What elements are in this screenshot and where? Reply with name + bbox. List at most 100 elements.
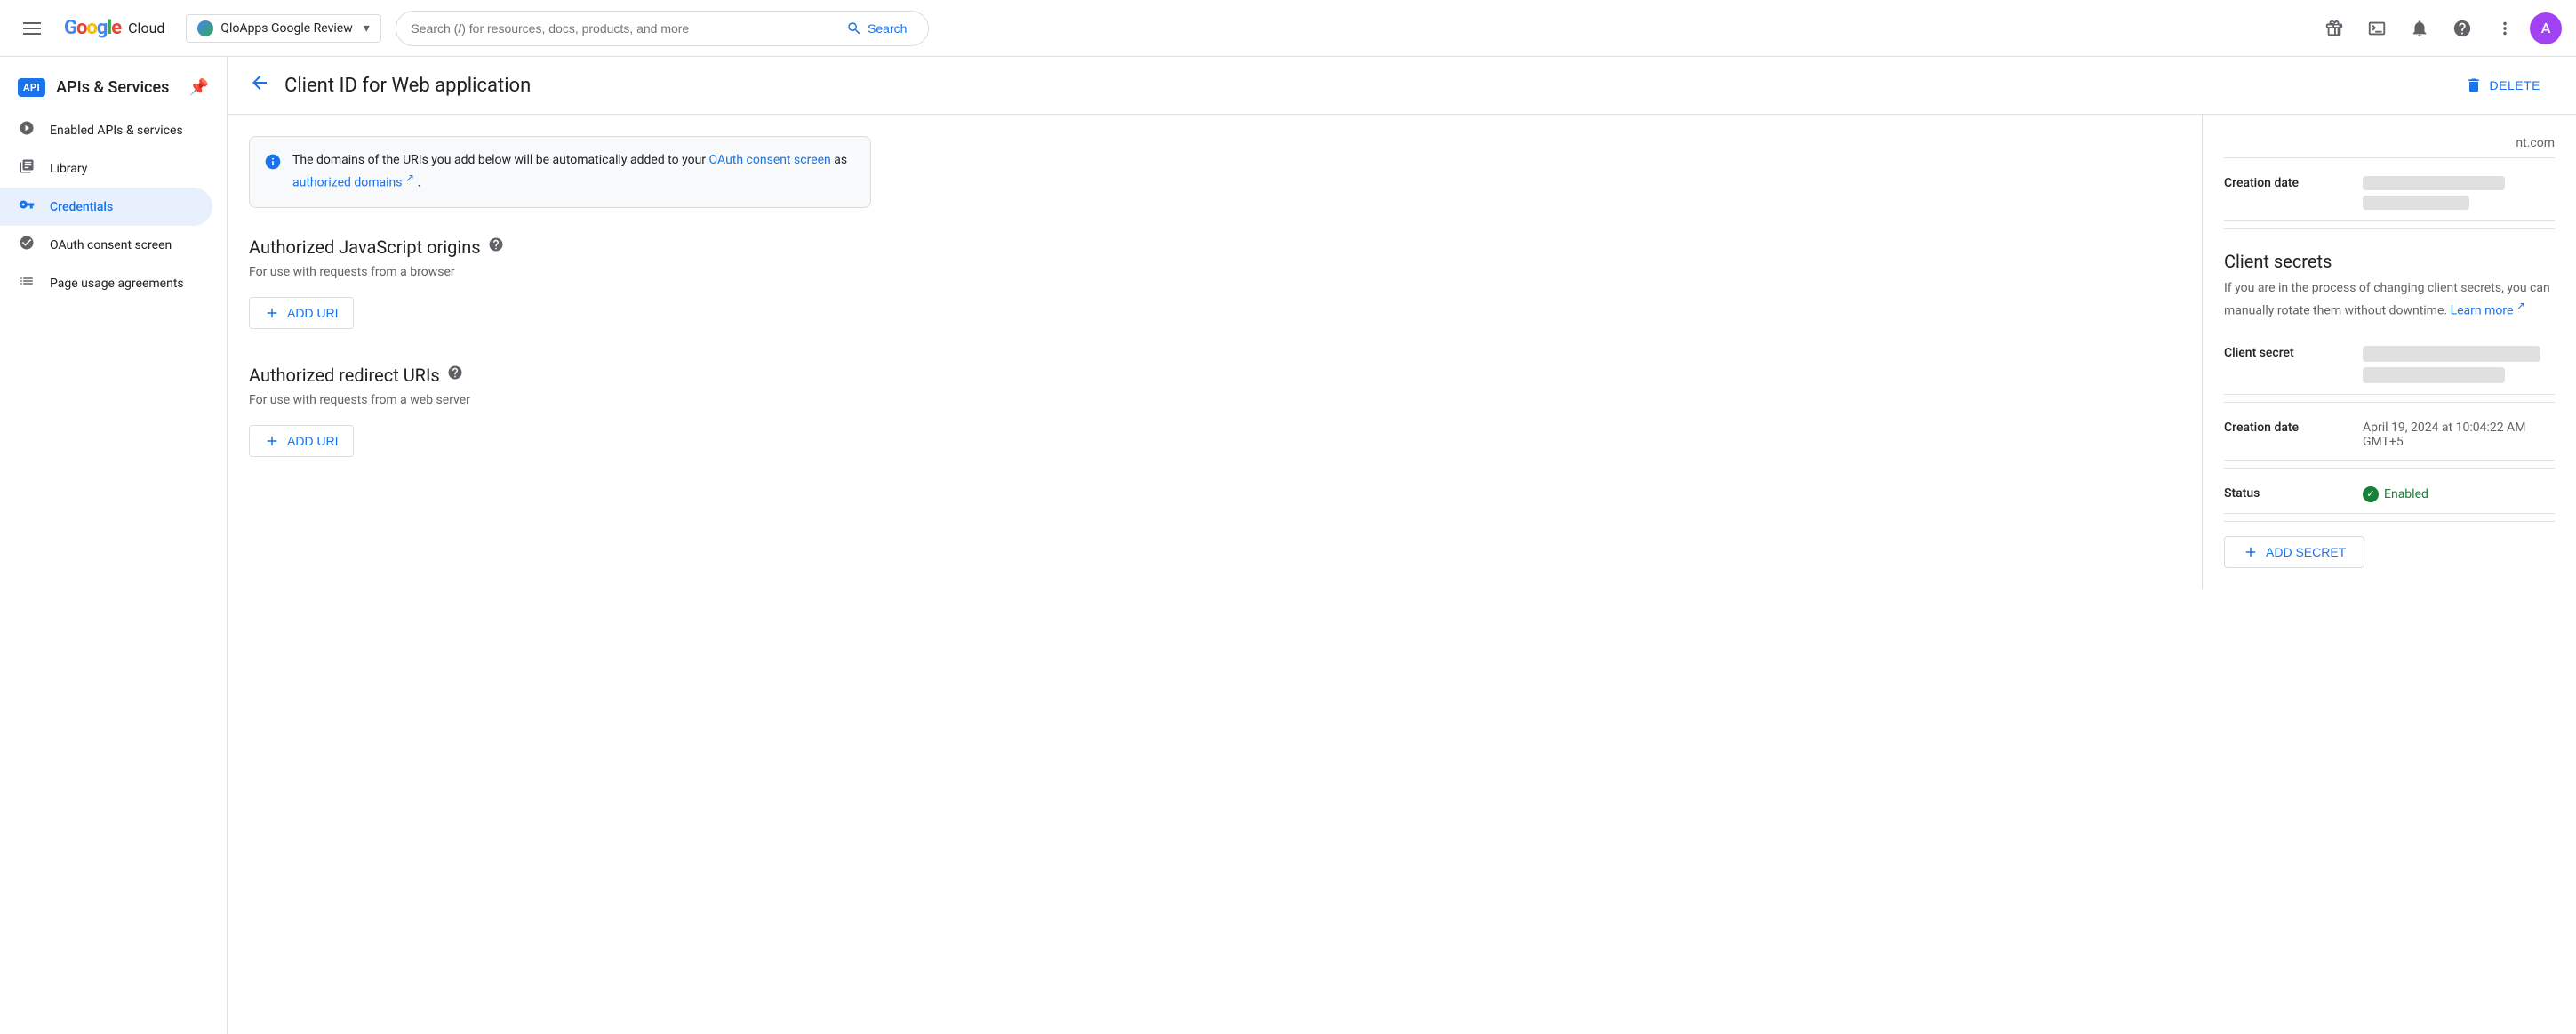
creation-date-blurred-2: [2363, 196, 2469, 210]
search-input[interactable]: [411, 21, 839, 36]
divider-1: [2224, 157, 2555, 158]
project-selector[interactable]: QloApps Google Review ▾: [186, 14, 381, 43]
redirect-uris-section: Authorized redirect URIs For use with re…: [249, 365, 2180, 457]
sidebar-header: API APIs & Services 📌: [0, 68, 227, 111]
search-button[interactable]: Search: [839, 20, 914, 36]
gift-icon-btn[interactable]: [2316, 11, 2352, 46]
help-icon: [2452, 19, 2472, 38]
domain-partial: nt.com: [2224, 136, 2555, 150]
sidebar-item-label-enabled-apis: Enabled APIs & services: [50, 124, 183, 138]
dropdown-icon: ▾: [364, 21, 370, 36]
creation-date-2-label: Creation date: [2224, 421, 2348, 435]
redirect-uris-title: Authorized redirect URIs: [249, 365, 2180, 386]
console-icon: [2367, 19, 2387, 38]
right-panel: nt.com Creation date Client secrets If y…: [2203, 115, 2576, 589]
creation-date-blurred-1: [2363, 176, 2505, 190]
js-origins-add-uri-button[interactable]: ADD URI: [249, 297, 354, 329]
redirect-uris-help-icon[interactable]: [447, 365, 463, 385]
notifications-icon-btn[interactable]: [2402, 11, 2437, 46]
navbar-actions: A: [2316, 11, 2562, 46]
info-icon: [264, 153, 282, 193]
js-origins-title: Authorized JavaScript origins: [249, 236, 2180, 258]
delete-icon: [2465, 76, 2483, 94]
search-bar: Search: [396, 11, 929, 46]
js-origins-help-icon[interactable]: [488, 236, 504, 257]
left-panel: The domains of the URIs you add below wi…: [228, 115, 2203, 589]
info-text-before: The domains of the URIs you add below wi…: [292, 153, 709, 167]
divider-5: [2224, 521, 2555, 522]
add-secret-label: ADD SECRET: [2266, 545, 2346, 559]
learn-more-link[interactable]: Learn more: [2451, 304, 2514, 318]
sidebar-item-label-credentials: Credentials: [50, 200, 113, 214]
console-icon-btn[interactable]: [2359, 11, 2395, 46]
menu-icon[interactable]: [14, 11, 50, 46]
status-enabled: Enabled: [2363, 486, 2555, 502]
avatar[interactable]: A: [2530, 12, 2562, 44]
more-options-btn[interactable]: [2487, 11, 2523, 46]
redirect-uris-subtitle: For use with requests from a web server: [249, 393, 2180, 407]
js-origins-section: Authorized JavaScript origins For use wi…: [249, 236, 2180, 329]
js-origins-subtitle: For use with requests from a browser: [249, 265, 2180, 279]
page-header: Client ID for Web application DELETE: [228, 57, 2576, 115]
enabled-apis-icon: [18, 120, 36, 140]
sidebar-item-label-library: Library: [50, 162, 87, 176]
project-dot-icon: [197, 20, 213, 36]
search-icon: [846, 20, 862, 36]
info-text-middle: as: [834, 153, 847, 167]
creation-date-2-row: Creation date April 19, 2024 at 10:04:22…: [2224, 410, 2555, 461]
sidebar-item-enabled-apis[interactable]: Enabled APIs & services: [0, 111, 212, 149]
oauth-consent-link[interactable]: OAuth consent screen: [709, 153, 831, 167]
content-area: The domains of the URIs you add below wi…: [228, 115, 2576, 589]
add-secret-button[interactable]: ADD SECRET: [2224, 536, 2364, 568]
sidebar-title: APIs & Services: [56, 78, 169, 97]
info-box: The domains of the URIs you add below wi…: [249, 136, 871, 208]
project-name: QloApps Google Review: [220, 21, 352, 36]
google-cloud-logo: Google Cloud: [64, 17, 164, 39]
redirect-uris-title-text: Authorized redirect URIs: [249, 365, 440, 386]
sidebar-item-oauth-consent[interactable]: OAuth consent screen: [0, 226, 212, 264]
client-secret-row: Client secret: [2224, 335, 2555, 395]
divider-3: [2224, 402, 2555, 403]
js-origins-add-uri-label: ADD URI: [287, 306, 339, 320]
status-row: Status Enabled: [2224, 476, 2555, 514]
js-origins-title-text: Authorized JavaScript origins: [249, 236, 481, 258]
plus-icon-secret: [2243, 544, 2259, 560]
status-enabled-icon: [2363, 486, 2379, 502]
external-link-icon: ↗: [405, 172, 414, 184]
help-icon-btn[interactable]: [2444, 11, 2480, 46]
back-icon: [249, 72, 270, 93]
back-button[interactable]: [249, 72, 270, 99]
creation-date-row: Creation date: [2224, 165, 2555, 221]
client-secret-value: [2363, 346, 2555, 383]
sidebar-item-page-usage[interactable]: Page usage agreements: [0, 264, 212, 302]
info-text: The domains of the URIs you add below wi…: [292, 151, 856, 193]
delete-label: DELETE: [2490, 78, 2540, 92]
creation-date-value: [2363, 176, 2555, 210]
main-content: Client ID for Web application DELETE The…: [228, 57, 2576, 1034]
more-icon: [2495, 19, 2515, 38]
sidebar-item-label-page-usage: Page usage agreements: [50, 277, 184, 291]
gift-icon: [2324, 19, 2344, 38]
sidebar-item-label-oauth: OAuth consent screen: [50, 238, 172, 252]
sidebar: API APIs & Services 📌 Enabled APIs & ser…: [0, 57, 228, 1034]
page-title: Client ID for Web application: [284, 75, 531, 97]
delete-button[interactable]: DELETE: [2451, 71, 2555, 100]
learn-more-external-icon: ↗: [2516, 300, 2525, 312]
plus-icon-redirect: [264, 433, 280, 449]
sidebar-item-library[interactable]: Library: [0, 149, 212, 188]
client-secret-blurred-2: [2363, 367, 2505, 383]
plus-icon-js: [264, 305, 280, 321]
sidebar-item-credentials[interactable]: Credentials: [0, 188, 212, 226]
redirect-uris-add-uri-label: ADD URI: [287, 434, 339, 448]
app-layout: API APIs & Services 📌 Enabled APIs & ser…: [0, 57, 2576, 1034]
authorized-domains-link[interactable]: authorized domains: [292, 176, 403, 190]
client-secrets-title: Client secrets: [2224, 251, 2555, 272]
creation-date-label: Creation date: [2224, 176, 2348, 190]
client-secret-label: Client secret: [2224, 346, 2348, 360]
client-secrets-desc: If you are in the process of changing cl…: [2224, 279, 2555, 321]
api-badge: API: [18, 78, 45, 97]
search-label: Search: [868, 21, 907, 36]
client-secret-blurred-1: [2363, 346, 2540, 362]
credentials-icon: [18, 196, 36, 217]
redirect-uris-add-uri-button[interactable]: ADD URI: [249, 425, 354, 457]
